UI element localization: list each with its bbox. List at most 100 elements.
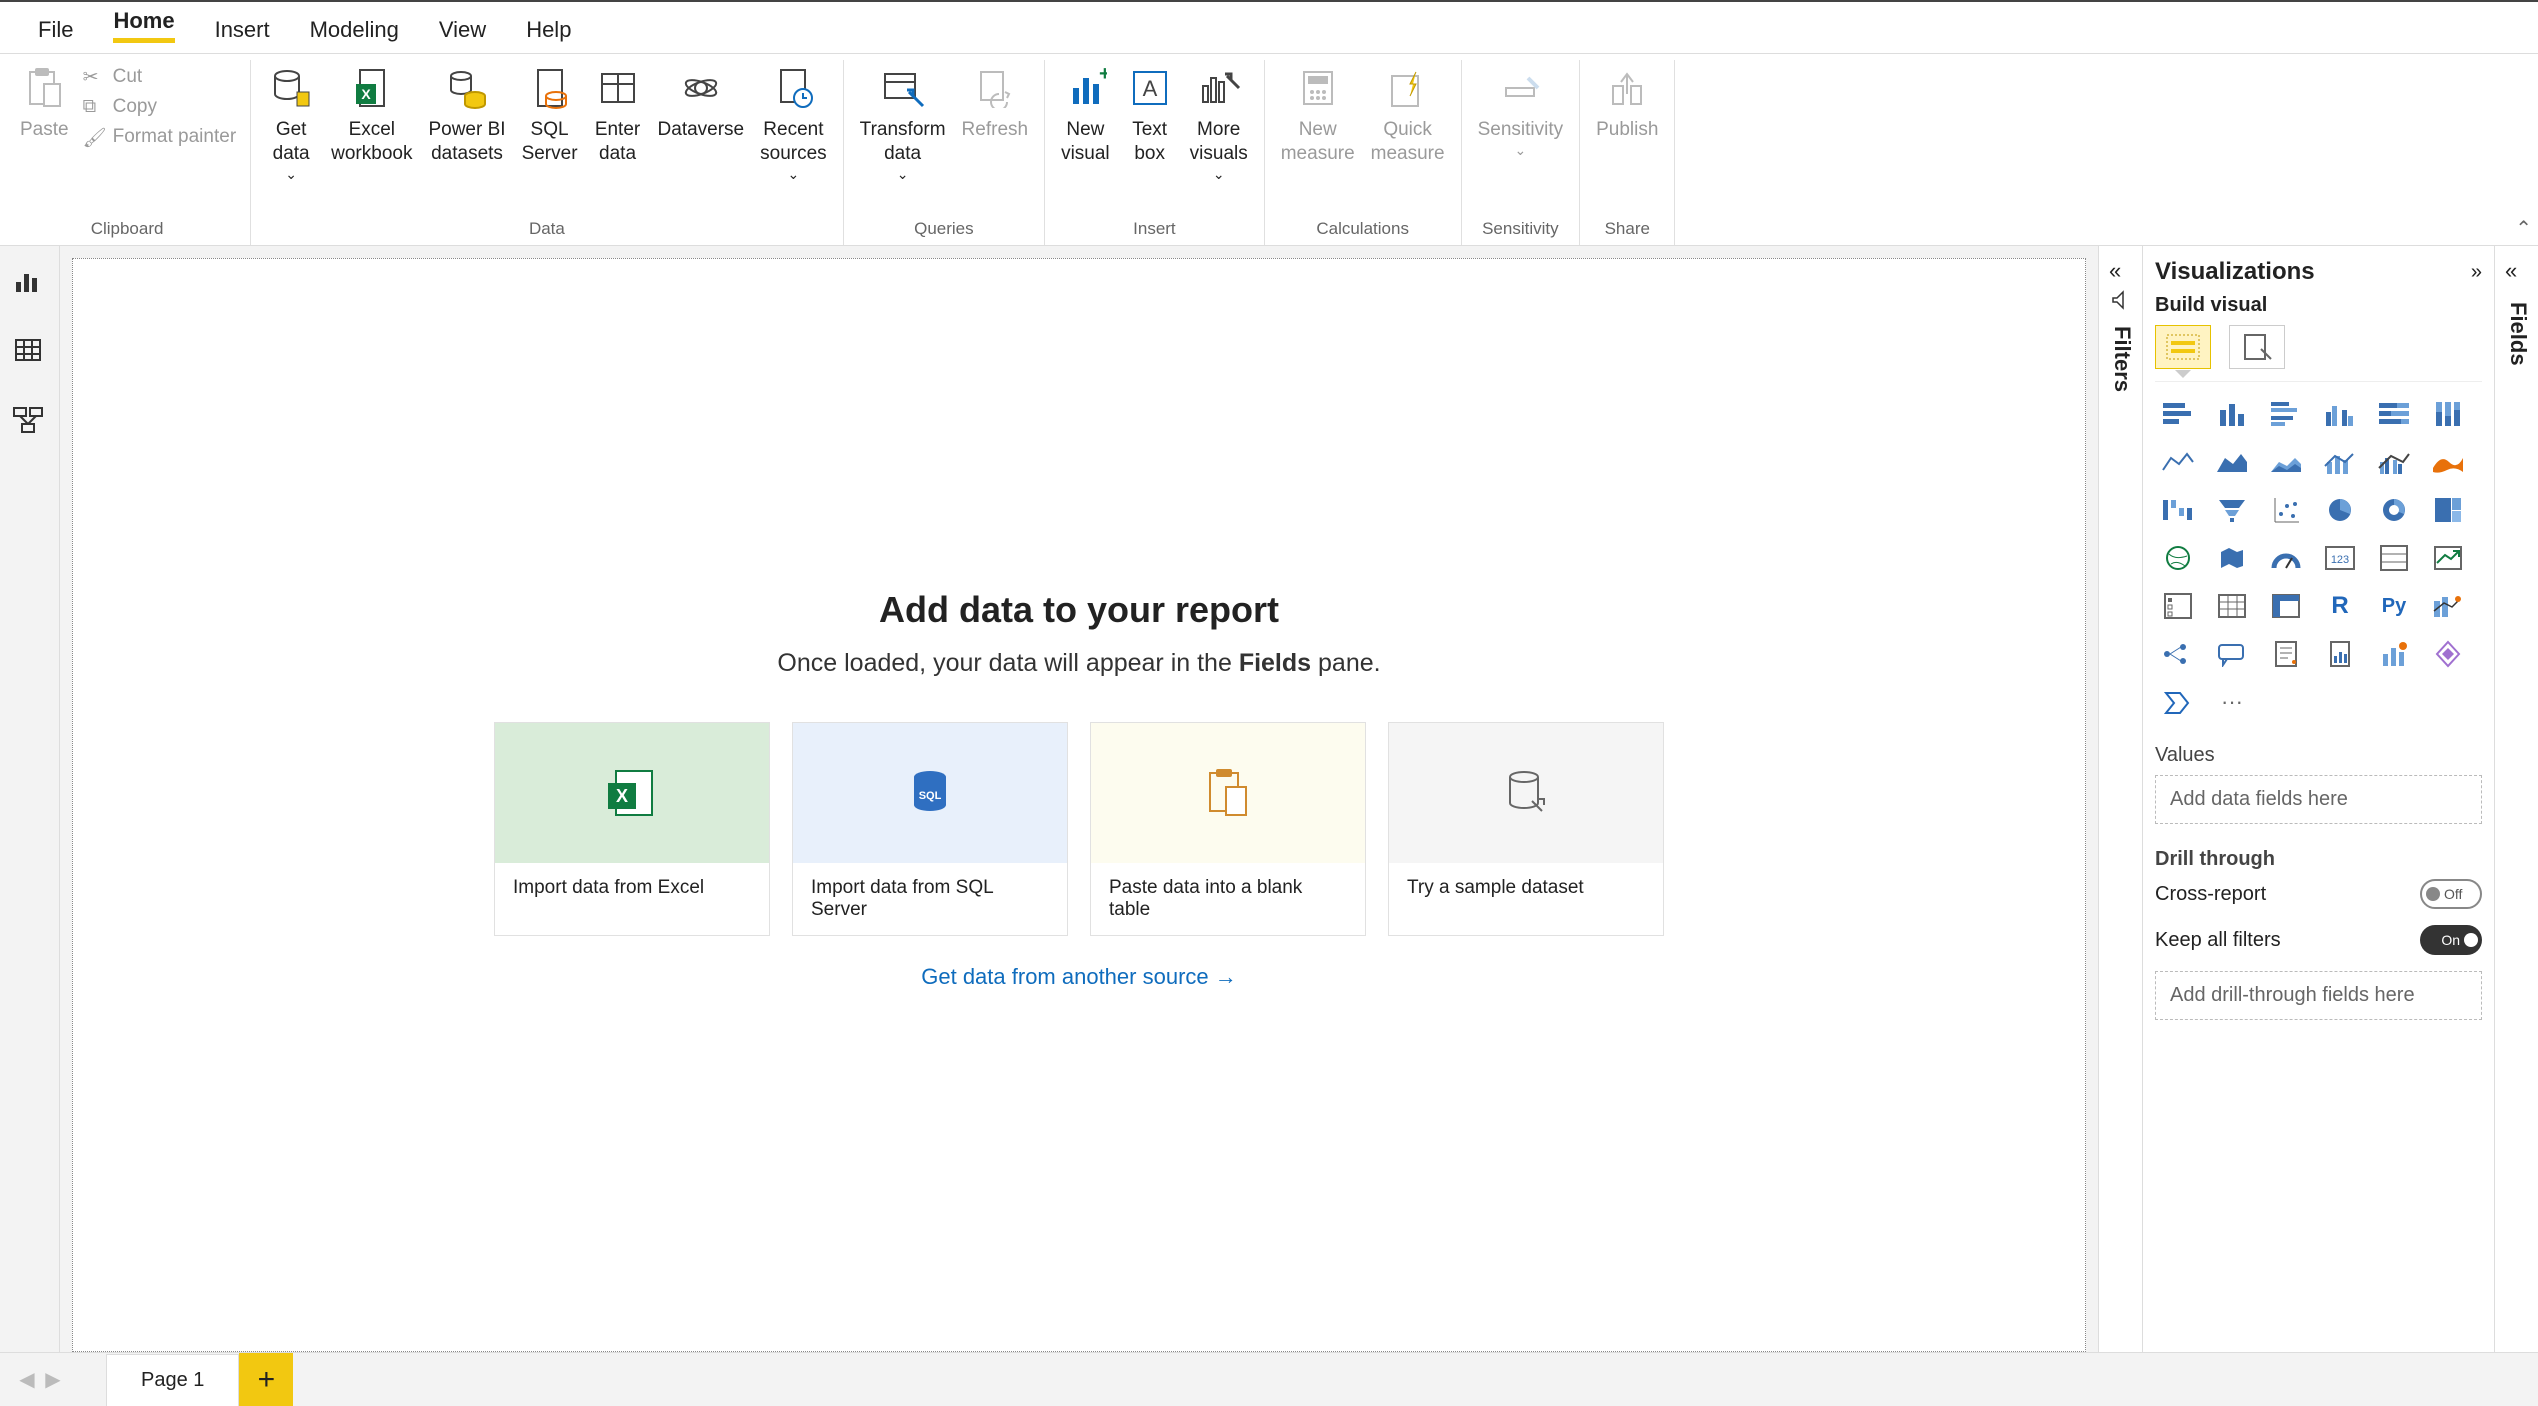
canvas-empty-state: Add data to your report Once loaded, you… bbox=[479, 589, 1679, 990]
keep-filters-label: Keep all filters bbox=[2155, 929, 2281, 952]
expand-filters-button[interactable]: « bbox=[2109, 258, 2121, 284]
copy-button[interactable]: ⧉ Copy bbox=[79, 94, 241, 120]
viz-stacked-area[interactable] bbox=[2263, 442, 2309, 482]
viz-clustered-bar[interactable] bbox=[2263, 394, 2309, 434]
quick-measure-button[interactable]: Quick measure bbox=[1363, 60, 1453, 170]
page-tab-1[interactable]: Page 1 bbox=[106, 1354, 239, 1406]
card-excel[interactable]: X Import data from Excel bbox=[494, 722, 770, 936]
menu-insert[interactable]: Insert bbox=[195, 7, 290, 53]
text-box-button[interactable]: A Text box bbox=[1118, 60, 1182, 170]
enter-label: Enter data bbox=[595, 118, 640, 166]
add-page-button[interactable]: + bbox=[239, 1353, 293, 1406]
get-data-button[interactable]: Get data ⌄ bbox=[259, 60, 323, 187]
data-view-button[interactable] bbox=[12, 334, 48, 370]
keep-filters-toggle[interactable]: On bbox=[2420, 925, 2482, 955]
viz-qna[interactable] bbox=[2209, 634, 2255, 674]
page-next-button[interactable]: ▶ bbox=[40, 1367, 66, 1392]
viz-treemap[interactable] bbox=[2425, 490, 2471, 530]
excel-workbook-button[interactable]: X Excel workbook bbox=[323, 60, 420, 170]
viz-slicer[interactable] bbox=[2155, 586, 2201, 626]
dataverse-button[interactable]: Dataverse bbox=[650, 60, 753, 146]
viz-r[interactable]: R bbox=[2317, 586, 2363, 626]
chevron-down-icon: ⌄ bbox=[788, 166, 800, 184]
cut-button[interactable]: ✂ Cut bbox=[79, 64, 241, 90]
viz-100-bar[interactable] bbox=[2371, 394, 2417, 434]
viz-gauge[interactable] bbox=[2263, 538, 2309, 578]
build-visual-tab[interactable] bbox=[2155, 325, 2211, 369]
viz-100-column[interactable] bbox=[2425, 394, 2471, 434]
expand-fields-button[interactable]: « bbox=[2505, 258, 2517, 284]
viz-python[interactable]: Py bbox=[2371, 586, 2417, 626]
drill-dropzone[interactable]: Add drill-through fields here bbox=[2155, 971, 2482, 1020]
group-calculations: New measure Quick measure Calculations bbox=[1265, 60, 1462, 245]
viz-funnel[interactable] bbox=[2209, 490, 2255, 530]
menu-home[interactable]: Home bbox=[93, 0, 194, 53]
viz-waterfall[interactable] bbox=[2155, 490, 2201, 530]
viz-stacked-column[interactable] bbox=[2209, 394, 2255, 434]
transform-data-button[interactable]: Transform data ⌄ bbox=[852, 60, 954, 187]
viz-more[interactable]: ··· bbox=[2209, 682, 2255, 722]
viz-multi-card[interactable] bbox=[2371, 538, 2417, 578]
sensitivity-button[interactable]: Sensitivity ⌄ bbox=[1470, 60, 1572, 163]
viz-decomposition[interactable] bbox=[2155, 634, 2201, 674]
format-visual-tab[interactable] bbox=[2229, 325, 2285, 369]
sensitivity-group-label: Sensitivity bbox=[1482, 217, 1559, 245]
viz-line-column[interactable] bbox=[2317, 442, 2363, 482]
viz-card[interactable]: 123 bbox=[2317, 538, 2363, 578]
viz-paginated[interactable] bbox=[2317, 634, 2363, 674]
group-clipboard: Paste ✂ Cut ⧉ Copy 🖌 Format painter Clip… bbox=[4, 60, 251, 245]
pbi-datasets-button[interactable]: Power BI datasets bbox=[420, 60, 513, 170]
report-canvas[interactable]: Add data to your report Once loaded, you… bbox=[72, 258, 2086, 1352]
menu-file[interactable]: File bbox=[18, 7, 93, 53]
menu-view[interactable]: View bbox=[419, 7, 506, 53]
viz-line[interactable] bbox=[2155, 442, 2201, 482]
svg-text:123: 123 bbox=[2331, 554, 2349, 566]
announce-icon bbox=[2111, 290, 2131, 310]
viz-narrative[interactable] bbox=[2263, 634, 2309, 674]
viz-area[interactable] bbox=[2209, 442, 2255, 482]
viz-auto-ml[interactable] bbox=[2371, 634, 2417, 674]
format-painter-button[interactable]: 🖌 Format painter bbox=[79, 124, 241, 150]
new-visual-button[interactable]: + New visual bbox=[1053, 60, 1118, 170]
viz-pie[interactable] bbox=[2317, 490, 2363, 530]
viz-scatter[interactable] bbox=[2263, 490, 2309, 530]
card-sample[interactable]: Try a sample dataset bbox=[1388, 722, 1664, 936]
report-view-button[interactable] bbox=[12, 264, 48, 300]
more-visuals-button[interactable]: More visuals ⌄ bbox=[1182, 60, 1256, 187]
sql-server-button[interactable]: SQL Server bbox=[514, 60, 586, 170]
paste-button[interactable]: Paste bbox=[12, 60, 77, 146]
viz-ribbon[interactable] bbox=[2425, 442, 2471, 482]
new-measure-button[interactable]: New measure bbox=[1273, 60, 1363, 170]
canvas-title: Add data to your report bbox=[479, 589, 1679, 631]
publish-button[interactable]: Publish bbox=[1588, 60, 1666, 146]
fields-label[interactable]: Fields bbox=[2505, 302, 2531, 366]
cross-report-toggle[interactable]: Off bbox=[2420, 879, 2482, 909]
viz-powerapps[interactable] bbox=[2425, 634, 2471, 674]
enter-data-button[interactable]: Enter data bbox=[586, 60, 650, 170]
viz-clustered-column[interactable] bbox=[2317, 394, 2363, 434]
menu-modeling[interactable]: Modeling bbox=[290, 7, 419, 53]
refresh-button[interactable]: Refresh bbox=[954, 60, 1037, 146]
card-paste[interactable]: Paste data into a blank table bbox=[1090, 722, 1366, 936]
collapse-ribbon-button[interactable]: ⌃ bbox=[2515, 216, 2532, 241]
viz-map[interactable] bbox=[2155, 538, 2201, 578]
viz-filled-map[interactable] bbox=[2209, 538, 2255, 578]
viz-donut[interactable] bbox=[2371, 490, 2417, 530]
model-view-button[interactable] bbox=[12, 404, 48, 440]
viz-kpi[interactable] bbox=[2425, 538, 2471, 578]
values-dropzone[interactable]: Add data fields here bbox=[2155, 775, 2482, 824]
viz-stacked-bar[interactable] bbox=[2155, 394, 2201, 434]
viz-matrix[interactable] bbox=[2263, 586, 2309, 626]
viz-table[interactable] bbox=[2209, 586, 2255, 626]
filters-label[interactable]: Filters bbox=[2109, 326, 2135, 392]
viz-powerautomate[interactable] bbox=[2155, 682, 2201, 722]
menu-help[interactable]: Help bbox=[506, 7, 591, 53]
get-data-another-link[interactable]: Get data from another source → bbox=[479, 964, 1679, 990]
viz-line-clustered[interactable] bbox=[2371, 442, 2417, 482]
collapse-viz-button[interactable]: » bbox=[2471, 261, 2482, 284]
card-sql[interactable]: SQL Import data from SQL Server bbox=[792, 722, 1068, 936]
recent-sources-button[interactable]: Recent sources ⌄ bbox=[752, 60, 835, 187]
viz-key-influencers[interactable] bbox=[2425, 586, 2471, 626]
chevron-down-icon: ⌄ bbox=[1213, 166, 1225, 184]
page-prev-button[interactable]: ◀ bbox=[14, 1367, 40, 1392]
